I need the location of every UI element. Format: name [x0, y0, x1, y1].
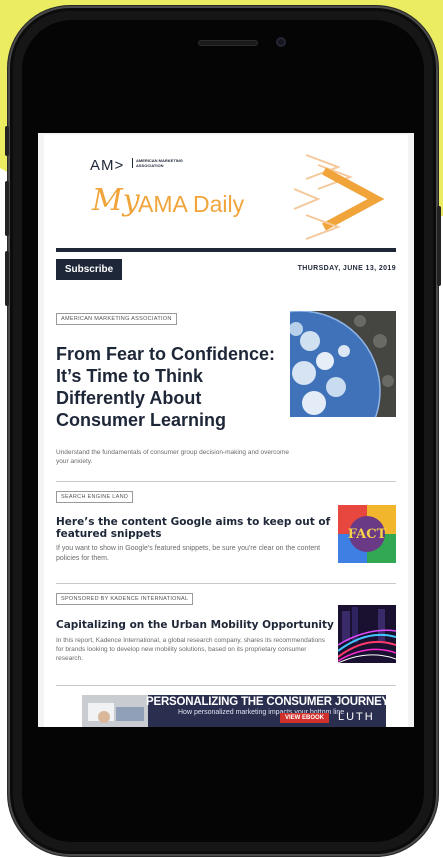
newsletter-title: AMA Daily: [138, 191, 245, 217]
volume-up-button: [5, 181, 9, 236]
fact-thumbnail[interactable]: FACT: [338, 505, 396, 563]
ama-logo-text: AMERICAN MARKETING ASSOCIATION: [132, 158, 196, 168]
article-featured[interactable]: AMERICAN MARKETING ASSOCIATION From Fear…: [56, 311, 396, 469]
fact-thumbnail-text: FACT: [348, 527, 387, 542]
volume-down-button: [5, 251, 9, 306]
city-lights-thumbnail[interactable]: [338, 605, 396, 663]
banner-title: PERSONALIZING THE CONSUMER JOURNEY: [146, 696, 386, 708]
article-source-tag: SEARCH ENGINE LAND: [56, 491, 134, 503]
article-source-tag: AMERICAN MARKETING ASSOCIATION: [56, 313, 177, 325]
header-divider: [56, 248, 396, 252]
phone-screen: AM> AMERICAN MARKETING ASSOCIATION My AM…: [38, 133, 414, 727]
article-title[interactable]: From Fear to Confidence: It’s Time to Th…: [56, 343, 284, 431]
power-button: [437, 206, 441, 286]
article-separator: [56, 583, 396, 584]
earpiece-speaker: [198, 40, 258, 46]
banner-brand-logo: LUTH: [338, 711, 375, 723]
chevron-logo-icon: [293, 154, 385, 240]
email-newsletter[interactable]: AM> AMERICAN MARKETING ASSOCIATION My AM…: [44, 135, 408, 727]
article-title[interactable]: Here’s the content Google aims to keep o…: [56, 516, 332, 540]
earth-satellite-thumbnail[interactable]: [290, 311, 396, 417]
article-separator: [56, 685, 396, 686]
ama-logo-mark: AM>: [90, 157, 125, 174]
view-ebook-button[interactable]: VIEW EBOOK: [280, 713, 330, 723]
ebook-banner-ad[interactable]: PERSONALIZING THE CONSUMER JOURNEY How p…: [82, 695, 386, 727]
mute-switch: [5, 126, 9, 156]
issue-date: THURSDAY, JUNE 13, 2019: [297, 265, 396, 272]
article-summary: Understand the fundamentals of consumer …: [56, 449, 290, 465]
article-source-tag: SPONSORED BY KADENCE INTERNATIONAL: [56, 593, 194, 605]
subscribe-button[interactable]: Subscribe: [56, 259, 122, 280]
front-camera: [276, 37, 286, 47]
article-separator: [56, 481, 396, 482]
article-list-item[interactable]: SPONSORED BY KADENCE INTERNATIONAL Capit…: [56, 593, 396, 683]
article-summary: In this report, Kadence International, a…: [56, 637, 326, 662]
article-title[interactable]: Capitalizing on the Urban Mobility Oppor…: [56, 619, 338, 631]
banner-photo: [82, 695, 148, 727]
article-summary: If you want to show in Google’s featured…: [56, 545, 321, 562]
article-list-item[interactable]: SEARCH ENGINE LAND Here’s the content Go…: [56, 491, 396, 571]
newsletter-header: AM> AMERICAN MARKETING ASSOCIATION My AM…: [44, 135, 408, 247]
title-script: My: [92, 183, 140, 218]
